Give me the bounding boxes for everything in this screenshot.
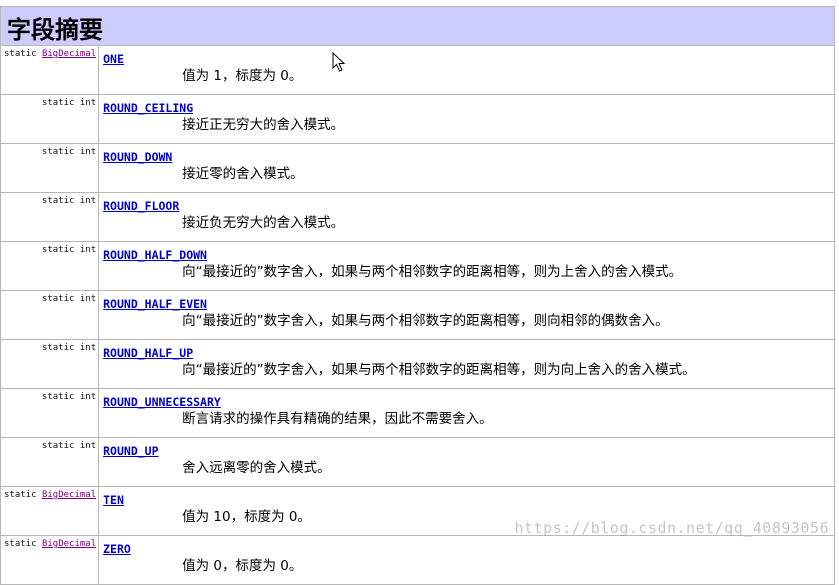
field-modifier: static <box>41 343 75 353</box>
field-type-link[interactable]: BigDecimal <box>42 490 96 500</box>
mouse-pointer-icon <box>332 52 346 72</box>
field-modifier: static <box>41 147 75 157</box>
field-modifier: static <box>4 539 37 549</box>
summary-header-row: 字段摘要 <box>0 6 835 46</box>
field-type-link[interactable]: BigDecimal <box>42 539 96 549</box>
field-description: 向“最接近的”数字舍入，如果与两个相邻数字的距离相等，则为上舍入的舍入模式。 <box>182 264 683 280</box>
field-modifier: static <box>4 49 37 59</box>
field-description: 接近零的舍入模式。 <box>182 166 304 182</box>
field-description: 断言请求的操作具有精确的结果，因此不需要舍入。 <box>182 411 493 427</box>
field-type: int <box>79 147 97 157</box>
field-type-cell: static BigDecimal <box>0 486 100 536</box>
watermark: https://blog.csdn.net/qq_40893056 <box>514 519 829 537</box>
field-row: static int ROUND_UNNECESSARY 断言请求的操作具有精确的结… <box>0 388 835 438</box>
field-desc-cell: ROUND_CEILING 接近正无穷大的舍入模式。 <box>98 94 835 144</box>
field-row: static int ROUND_HALF_UP 向“最接近的”数字舍入，如果与两个… <box>0 339 835 389</box>
field-modifier: static <box>41 294 75 304</box>
field-row: static BigDecimal ZERO 值为 0，标度为 0。 <box>0 535 835 585</box>
field-desc-cell: ROUND_UP 舍入远离零的舍入模式。 <box>98 437 835 487</box>
field-description: 舍入远离零的舍入模式。 <box>182 460 331 476</box>
field-row: static BigDecimal ONE 值为 1，标度为 0。 <box>0 45 835 95</box>
field-modifier: static <box>41 98 75 108</box>
field-name-link[interactable]: ROUND_HALF_EVEN <box>103 297 834 311</box>
field-desc-cell: ROUND_DOWN 接近零的舍入模式。 <box>98 143 835 193</box>
field-modifier: static <box>4 490 37 500</box>
field-desc-cell: ROUND_HALF_DOWN 向“最接近的”数字舍入，如果与两个相邻数字的距离相… <box>98 241 835 291</box>
field-name-link[interactable]: ROUND_CEILING <box>103 101 834 115</box>
field-type-cell: static int <box>0 388 100 438</box>
field-name-link[interactable]: TEN <box>103 493 834 507</box>
field-description: 值为 1，标度为 0。 <box>182 68 303 84</box>
field-type-cell: static int <box>0 290 100 340</box>
field-row: static int ROUND_HALF_EVEN 向“最接近的”数字舍入，如果与… <box>0 290 835 340</box>
field-desc-cell: ROUND_HALF_UP 向“最接近的”数字舍入，如果与两个相邻数字的距离相等，… <box>98 339 835 389</box>
field-desc-cell: ROUND_HALF_EVEN 向“最接近的”数字舍入，如果与两个相邻数字的距离相… <box>98 290 835 340</box>
field-desc-cell: ROUND_FLOOR 接近负无穷大的舍入模式。 <box>98 192 835 242</box>
field-name-link[interactable]: ROUND_HALF_UP <box>103 346 834 360</box>
field-type-cell: static int <box>0 192 100 242</box>
field-type: int <box>79 196 97 206</box>
field-type: int <box>79 441 97 451</box>
field-type: int <box>79 294 97 304</box>
field-type-cell: static BigDecimal <box>0 535 100 585</box>
field-name-link[interactable]: ROUND_UP <box>103 444 834 458</box>
field-modifier: static <box>41 245 75 255</box>
field-description: 接近正无穷大的舍入模式。 <box>182 117 345 133</box>
field-desc-cell: ONE 值为 1，标度为 0。 <box>98 45 835 95</box>
field-description: 接近负无穷大的舍入模式。 <box>182 215 345 231</box>
field-type-cell: static int <box>0 241 100 291</box>
field-type-cell: static int <box>0 339 100 389</box>
field-name-link[interactable]: ROUND_DOWN <box>103 150 834 164</box>
section-title: 字段摘要 <box>0 6 835 46</box>
field-name-link[interactable]: ROUND_UNNECESSARY <box>103 395 834 409</box>
field-name-link[interactable]: ZERO <box>103 542 834 556</box>
field-type-link[interactable]: BigDecimal <box>42 49 96 59</box>
field-type-cell: static int <box>0 437 100 487</box>
field-type-cell: static int <box>0 94 100 144</box>
field-modifier: static <box>41 441 75 451</box>
field-modifier: static <box>41 392 75 402</box>
field-type: int <box>79 343 97 353</box>
field-desc-cell: ZERO 值为 0，标度为 0。 <box>98 535 835 585</box>
field-row: static int ROUND_UP 舍入远离零的舍入模式。 <box>0 437 835 487</box>
field-type: int <box>79 245 97 255</box>
field-summary-table: 字段摘要 static BigDecimal ONE 值为 1，标度为 0。 stat… <box>0 6 835 585</box>
field-type: int <box>79 392 97 402</box>
field-row: static int ROUND_DOWN 接近零的舍入模式。 <box>0 143 835 193</box>
field-type-cell: static BigDecimal <box>0 45 100 95</box>
field-row: static int ROUND_FLOOR 接近负无穷大的舍入模式。 <box>0 192 835 242</box>
field-description: 值为 0，标度为 0。 <box>182 558 303 574</box>
field-name-link[interactable]: ONE <box>103 52 834 66</box>
field-name-link[interactable]: ROUND_HALF_DOWN <box>103 248 834 262</box>
field-description: 向“最接近的”数字舍入，如果与两个相邻数字的距离相等，则向相邻的偶数舍入。 <box>182 313 669 329</box>
field-row: static int ROUND_HALF_DOWN 向“最接近的”数字舍入，如果与… <box>0 241 835 291</box>
field-row: static int ROUND_CEILING 接近正无穷大的舍入模式。 <box>0 94 835 144</box>
field-desc-cell: ROUND_UNNECESSARY 断言请求的操作具有精确的结果，因此不需要舍入。 <box>98 388 835 438</box>
field-name-link[interactable]: ROUND_FLOOR <box>103 199 834 213</box>
field-type: int <box>79 98 97 108</box>
field-type-cell: static int <box>0 143 100 193</box>
field-description: 向“最接近的”数字舍入，如果与两个相邻数字的距离相等，则为向上舍入的舍入模式。 <box>182 362 696 378</box>
field-modifier: static <box>41 196 75 206</box>
